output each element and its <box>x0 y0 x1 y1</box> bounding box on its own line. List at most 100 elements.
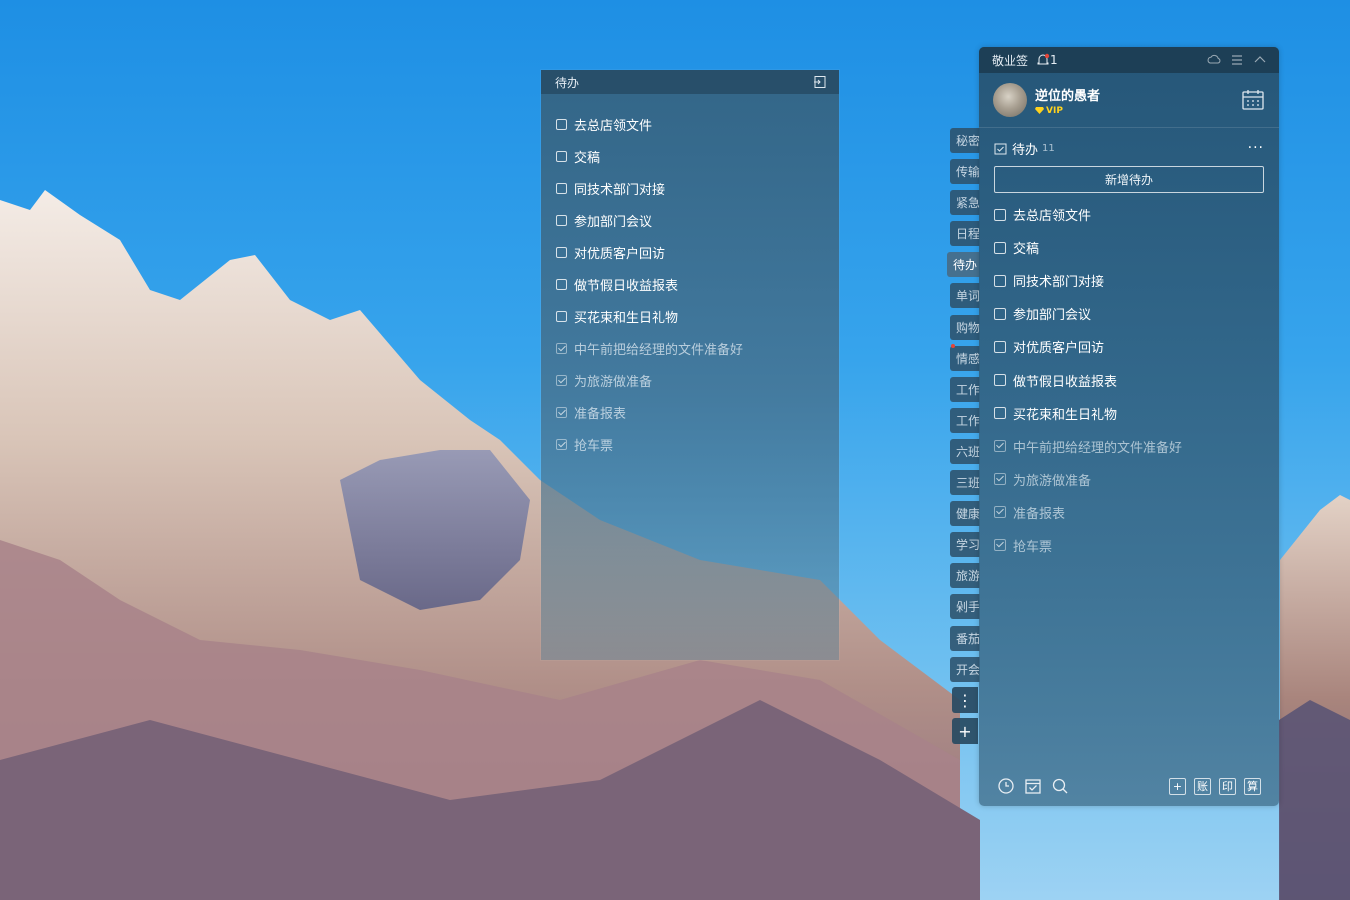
checkbox-checked[interactable] <box>556 406 567 418</box>
list-item[interactable]: 准备报表 <box>556 396 839 428</box>
checkbox[interactable] <box>556 278 567 290</box>
print-button[interactable]: 印 <box>1219 777 1236 795</box>
menu-icon[interactable] <box>1230 53 1244 67</box>
list-item[interactable]: 中午前把给经理的文件准备好 <box>556 332 839 364</box>
list-item[interactable]: 做节假日收益报表 <box>994 363 1279 396</box>
checkbox[interactable] <box>994 407 1006 420</box>
notification-count: 1 <box>1050 53 1058 67</box>
section-header: 待办 11 ··· <box>979 130 1279 166</box>
checkbox[interactable] <box>556 150 567 162</box>
list-item[interactable]: 去总店领文件 <box>556 108 839 140</box>
checkbox[interactable] <box>994 274 1006 287</box>
title-bar[interactable]: 敬业签 1 <box>979 47 1279 73</box>
todo-text: 做节假日收益报表 <box>574 278 679 294</box>
more-tabs-button[interactable]: ⋮ <box>952 687 978 713</box>
tab-category[interactable]: 日程 <box>950 221 980 247</box>
checkbox[interactable] <box>556 118 567 130</box>
list-item[interactable]: 为旅游做准备 <box>556 364 839 396</box>
list-item[interactable]: 参加部门会议 <box>994 297 1279 330</box>
add-note-button[interactable]: + <box>1169 777 1186 795</box>
checkbox-checked[interactable] <box>556 342 567 354</box>
add-tab-button[interactable]: + <box>952 718 978 744</box>
checkbox-checked[interactable] <box>994 440 1006 453</box>
tab-category[interactable]: 剁手 <box>950 594 980 620</box>
clock-icon[interactable] <box>997 777 1015 795</box>
list-item[interactable]: 抢车票 <box>994 529 1279 562</box>
chevron-up-icon[interactable] <box>1253 53 1267 67</box>
calculator-button[interactable]: 算 <box>1244 777 1261 795</box>
todo-text: 买花束和生日礼物 <box>574 310 679 326</box>
tab-category[interactable]: 工作 <box>950 376 980 402</box>
tab-category[interactable]: 购物 <box>950 314 980 340</box>
tab-category[interactable]: 秘密 <box>950 128 980 153</box>
todo-text: 买花束和生日礼物 <box>1013 407 1118 423</box>
list-item[interactable]: 买花束和生日礼物 <box>556 300 839 332</box>
more-options-button[interactable]: ··· <box>1248 140 1264 156</box>
cloud-sync-icon[interactable] <box>1207 53 1221 67</box>
checkbox[interactable] <box>994 241 1006 254</box>
item-count: 11 <box>1042 142 1055 154</box>
app-title: 敬业签 <box>992 53 1029 68</box>
list-item[interactable]: 对优质客户回访 <box>994 330 1279 363</box>
checkbox-checked[interactable] <box>994 473 1006 486</box>
checkbox[interactable] <box>994 208 1006 221</box>
tab-category[interactable]: 工作 <box>950 407 980 433</box>
list-item[interactable]: 买花束和生日礼物 <box>994 397 1279 430</box>
checkbox[interactable] <box>994 374 1006 387</box>
calendar-icon[interactable] <box>1241 88 1265 112</box>
notification[interactable]: 1 <box>1036 53 1058 67</box>
tab-category[interactable]: 情感 <box>950 345 980 371</box>
tab-category[interactable]: 健康 <box>950 501 980 527</box>
tab-category[interactable]: 紧急 <box>950 190 980 216</box>
list-item[interactable]: 中午前把给经理的文件准备好 <box>994 430 1279 463</box>
section-title: 待办 <box>1012 142 1039 158</box>
floating-panel-header[interactable]: 待办 <box>541 70 839 94</box>
ledger-button[interactable]: 账 <box>1194 777 1211 795</box>
checkbox[interactable] <box>556 182 567 194</box>
list-item[interactable]: 抢车票 <box>556 428 839 460</box>
add-todo-button[interactable]: 新增待办 <box>994 166 1264 193</box>
todo-text: 交稿 <box>574 150 601 166</box>
list-item[interactable]: 去总店领文件 <box>994 198 1279 231</box>
list-item[interactable]: 对优质客户回访 <box>556 236 839 268</box>
search-icon[interactable] <box>1051 777 1069 795</box>
avatar[interactable] <box>993 83 1027 117</box>
tab-category[interactable]: 单词 <box>950 283 980 309</box>
tab-category-active[interactable]: 待办 <box>947 252 980 278</box>
todo-text: 参加部门会议 <box>1013 308 1092 324</box>
checkbox[interactable] <box>556 214 567 226</box>
checkbox-checked[interactable] <box>556 374 567 386</box>
tab-category[interactable]: 旅游 <box>950 563 980 589</box>
list-item[interactable]: 参加部门会议 <box>556 204 839 236</box>
tab-category[interactable]: 传输 <box>950 159 980 185</box>
checkbox[interactable] <box>556 310 567 322</box>
list-item[interactable]: 做节假日收益报表 <box>556 268 839 300</box>
tab-category[interactable]: 学习 <box>950 532 980 558</box>
list-item[interactable]: 准备报表 <box>994 496 1279 529</box>
tab-category[interactable]: 番茄 <box>950 625 980 651</box>
exit-icon[interactable] <box>813 75 827 89</box>
list-item[interactable]: 同技术部门对接 <box>994 264 1279 297</box>
list-item[interactable]: 交稿 <box>556 140 839 172</box>
checkbox-checked[interactable] <box>994 506 1006 519</box>
floating-todo-list: 去总店领文件 交稿 同技术部门对接 参加部门会议 对优质客户回访 做节假日收益报… <box>541 94 839 460</box>
checkbox[interactable] <box>994 307 1006 320</box>
category-tabs: 秘密 传输 紧急 日程 待办 单词 购物 情感 工作 工作 六班 三班 健康 学… <box>947 128 980 688</box>
todo-text: 去总店领文件 <box>574 118 653 134</box>
vip-label: VIP <box>1046 105 1063 116</box>
list-item[interactable]: 为旅游做准备 <box>994 463 1279 496</box>
todo-check-icon[interactable] <box>1024 777 1042 795</box>
todo-text: 抢车票 <box>1013 539 1053 555</box>
todo-icon <box>994 143 1007 154</box>
tab-category[interactable]: 开会 <box>950 656 980 682</box>
tab-unread-dot <box>951 344 955 348</box>
checkbox[interactable] <box>994 340 1006 353</box>
tab-category[interactable]: 三班 <box>950 470 980 496</box>
list-item[interactable]: 同技术部门对接 <box>556 172 839 204</box>
checkbox[interactable] <box>556 246 567 258</box>
list-item[interactable]: 交稿 <box>994 231 1279 264</box>
user-name: 逆位的愚者 <box>1035 88 1101 104</box>
tab-category[interactable]: 六班 <box>950 438 980 464</box>
checkbox-checked[interactable] <box>994 539 1006 552</box>
checkbox-checked[interactable] <box>556 438 567 450</box>
